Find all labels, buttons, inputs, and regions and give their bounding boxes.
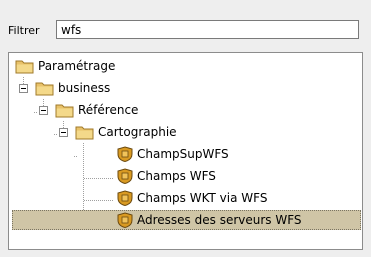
tree-view[interactable]: Paramétrage business Référence Cartograp… (8, 52, 363, 250)
tree-node-reference[interactable]: Référence (9, 99, 362, 121)
folder-icon (55, 104, 74, 118)
folder-icon (15, 60, 34, 74)
folder-icon (35, 82, 54, 96)
folder-icon (75, 126, 94, 140)
tree-node-label: Cartographie (98, 125, 177, 139)
shield-icon (117, 190, 133, 206)
tree-node-label: Référence (78, 103, 139, 117)
filter-bar: Filtrer (0, 0, 371, 50)
collapse-icon[interactable] (59, 128, 68, 137)
filter-label: Filtrer (8, 24, 40, 37)
shield-icon (117, 168, 133, 184)
tree-node-label: Champs WFS (137, 169, 216, 183)
tree-node-champsupwfs[interactable]: ChampSupWFS (9, 143, 362, 165)
tree-node-label: Paramétrage (38, 59, 116, 73)
tree-node-label: Adresses des serveurs WFS (137, 213, 302, 227)
shield-icon (117, 212, 133, 228)
shield-icon (117, 146, 133, 162)
tree-node-champs-wkt-via-wfs[interactable]: Champs WKT via WFS (9, 187, 362, 209)
tree-node-cartographie[interactable]: Cartographie (9, 121, 362, 143)
filter-input[interactable] (56, 20, 359, 39)
collapse-icon[interactable] (19, 84, 28, 93)
tree-node-label: business (58, 81, 111, 95)
collapse-icon[interactable] (39, 106, 48, 115)
tree-node-champs-wfs[interactable]: Champs WFS (9, 165, 362, 187)
tree-node-label: ChampSupWFS (137, 147, 229, 161)
tree-node-label: Champs WKT via WFS (137, 191, 268, 205)
tree-node-business[interactable]: business (9, 77, 362, 99)
tree-node-adresses-serveurs-wfs[interactable]: Adresses des serveurs WFS (9, 209, 362, 231)
tree-node-parametrage[interactable]: Paramétrage (9, 55, 362, 77)
